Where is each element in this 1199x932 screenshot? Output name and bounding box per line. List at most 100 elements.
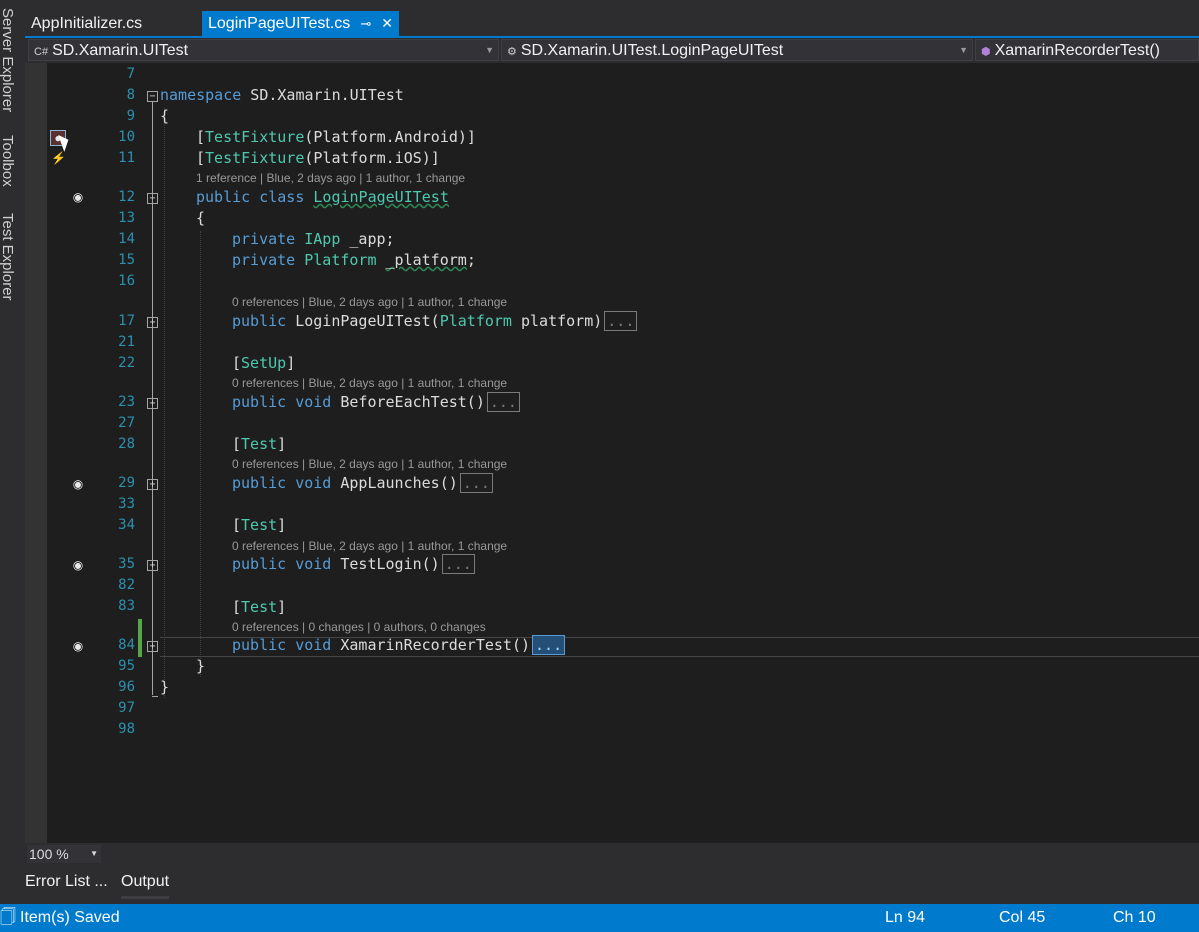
code-line: private Platform _platform; (232, 251, 476, 269)
pin-icon[interactable]: ⊸ (360, 16, 371, 31)
zoom-level: 100 % (29, 846, 69, 862)
status-message: Item(s) Saved (20, 909, 120, 926)
expand-icon[interactable]: + (147, 479, 158, 490)
line-number: 83 (118, 598, 135, 614)
project-dropdown[interactable]: C# SD.Xamarin.UITest ▼ (28, 39, 499, 61)
collapsed-region-selected[interactable]: ... (532, 635, 566, 655)
test-explorer-tab[interactable]: Test Explorer (0, 213, 16, 301)
collapsed-region[interactable]: ... (486, 392, 520, 412)
tool-window-tabs: Error List ... Output (25, 866, 1199, 903)
class-name: SD.Xamarin.UITest.LoginPageUITest (520, 42, 784, 59)
tab-error-list[interactable]: Error List ... (25, 873, 108, 891)
codelens-info[interactable]: 0 references | Blue, 2 days ago | 1 auth… (232, 457, 507, 471)
code-line: [TestFixture(Platform.Android)] (196, 128, 476, 146)
line-number: 10 (118, 129, 135, 145)
char-indicator[interactable]: Ch 10 (1113, 904, 1156, 932)
method-icon: ⬢ (981, 46, 991, 58)
indicator-margin (25, 63, 47, 843)
chevron-down-icon: ▼ (485, 45, 494, 55)
code-line: public void AppLaunches()... (232, 473, 493, 493)
save-icon: 🗍 (0, 909, 16, 926)
csharp-project-icon: C# (34, 46, 49, 58)
code-editor[interactable]: ● ⚡ ◉ ◉ ◉ ◉ 7 8 9 10 11 12 13 14 15 16 1… (25, 63, 1199, 843)
code-line: [TestFixture(Platform.iOS)] (196, 149, 440, 167)
column-indicator[interactable]: Col 45 (999, 904, 1045, 932)
codelens-info[interactable]: 0 references | Blue, 2 days ago | 1 auth… (232, 376, 507, 390)
code-line: [Test] (232, 516, 287, 534)
tab-loginpageuitest[interactable]: LoginPageUITest.cs ⊸ ✕ (202, 11, 399, 36)
code-line: public void TestLogin()... (232, 554, 475, 574)
code-line: namespace SD.Xamarin.UITest (160, 86, 404, 104)
zoom-dropdown[interactable]: 100 % ▼ (27, 845, 101, 863)
code-line: [Test] (232, 598, 287, 616)
close-icon[interactable]: ✕ (381, 15, 393, 31)
lightning-icon[interactable]: ⚡ (51, 151, 66, 165)
line-indicator[interactable]: Ln 94 (885, 904, 925, 932)
member-name: XamarinRecorderTest() (994, 42, 1160, 59)
test-run-icon[interactable]: ◉ (71, 639, 85, 653)
expand-icon[interactable]: + (147, 317, 158, 328)
line-number: 97 (118, 700, 135, 716)
line-number: 84 (118, 637, 135, 653)
code-line: [SetUp] (232, 354, 296, 372)
code-line: { (160, 107, 170, 125)
code-line: } (160, 678, 170, 696)
collapsed-region[interactable]: ... (604, 311, 638, 331)
tab-label: LoginPageUITest.cs (208, 15, 351, 32)
chevron-down-icon: ▼ (90, 849, 98, 858)
toolbox-tab[interactable]: Toolbox (0, 135, 16, 187)
collapsed-region[interactable]: ... (441, 554, 475, 574)
expand-icon[interactable]: + (147, 641, 158, 652)
line-number: 12 (118, 189, 135, 205)
line-number: 22 (118, 355, 135, 371)
line-number: 21 (118, 334, 135, 350)
codelens-info[interactable]: 0 references | Blue, 2 days ago | 1 auth… (232, 295, 507, 309)
status-bar: 🗍 Item(s) Saved Ln 94 Col 45 Ch 10 (0, 904, 1199, 932)
codelens-info[interactable]: 0 references | Blue, 2 days ago | 1 auth… (232, 539, 507, 553)
test-passed-icon[interactable]: ◉ (71, 190, 85, 204)
collapse-icon[interactable]: − (147, 193, 158, 204)
tab-output[interactable]: Output (121, 873, 170, 899)
member-dropdown[interactable]: ⬢ XamarinRecorderTest() (975, 39, 1199, 61)
expand-icon[interactable]: + (147, 560, 158, 571)
test-run-icon[interactable]: ◉ (71, 477, 85, 491)
code-line: [Test] (232, 435, 287, 453)
line-number: 8 (126, 87, 135, 103)
line-number: 14 (118, 231, 135, 247)
document-tabs: AppInitializer.cs LoginPageUITest.cs ⊸ ✕ (25, 8, 1199, 36)
line-number: 11 (118, 150, 135, 166)
indent-guide (164, 108, 165, 698)
codelens-info[interactable]: 0 references | 0 changes | 0 authors, 0 … (232, 620, 486, 634)
codelens-info[interactable]: 1 reference | Blue, 2 days ago | 1 autho… (196, 171, 465, 185)
mouse-cursor-icon (58, 132, 72, 152)
project-name: SD.Xamarin.UITest (52, 42, 189, 59)
indent-guide (200, 231, 201, 677)
change-indicator (138, 619, 142, 657)
expand-icon[interactable]: + (147, 398, 158, 409)
class-dropdown[interactable]: ⚙ SD.Xamarin.UITest.LoginPageUITest ▼ (501, 39, 973, 61)
line-number: 33 (118, 496, 135, 512)
line-number: 7 (126, 66, 135, 82)
code-line: public void XamarinRecorderTest()... (232, 635, 566, 655)
line-number: 13 (118, 210, 135, 226)
outline-end (152, 696, 158, 697)
code-line: public class LoginPageUITest (196, 188, 449, 206)
collapse-icon[interactable]: − (147, 91, 158, 102)
line-number: 96 (118, 679, 135, 695)
tab-appinitializer[interactable]: AppInitializer.cs (25, 11, 148, 36)
tool-window-strip: Server Explorer Toolbox Test Explorer (0, 0, 25, 903)
line-number: 27 (118, 415, 135, 431)
code-line: public LoginPageUITest(Platform platform… (232, 311, 638, 331)
line-number: 28 (118, 436, 135, 452)
line-number: 82 (118, 577, 135, 593)
line-number: 23 (118, 394, 135, 410)
code-line: private IApp _app; (232, 230, 395, 248)
test-run-icon[interactable]: ◉ (71, 558, 85, 572)
chevron-down-icon: ▼ (959, 45, 968, 55)
line-number: 98 (118, 721, 135, 737)
line-number: 17 (118, 313, 135, 329)
server-explorer-tab[interactable]: Server Explorer (0, 8, 16, 112)
navigation-bar: C# SD.Xamarin.UITest ▼ ⚙ SD.Xamarin.UITest.… (25, 38, 1199, 63)
line-number: 15 (118, 252, 135, 268)
collapsed-region[interactable]: ... (459, 473, 493, 493)
